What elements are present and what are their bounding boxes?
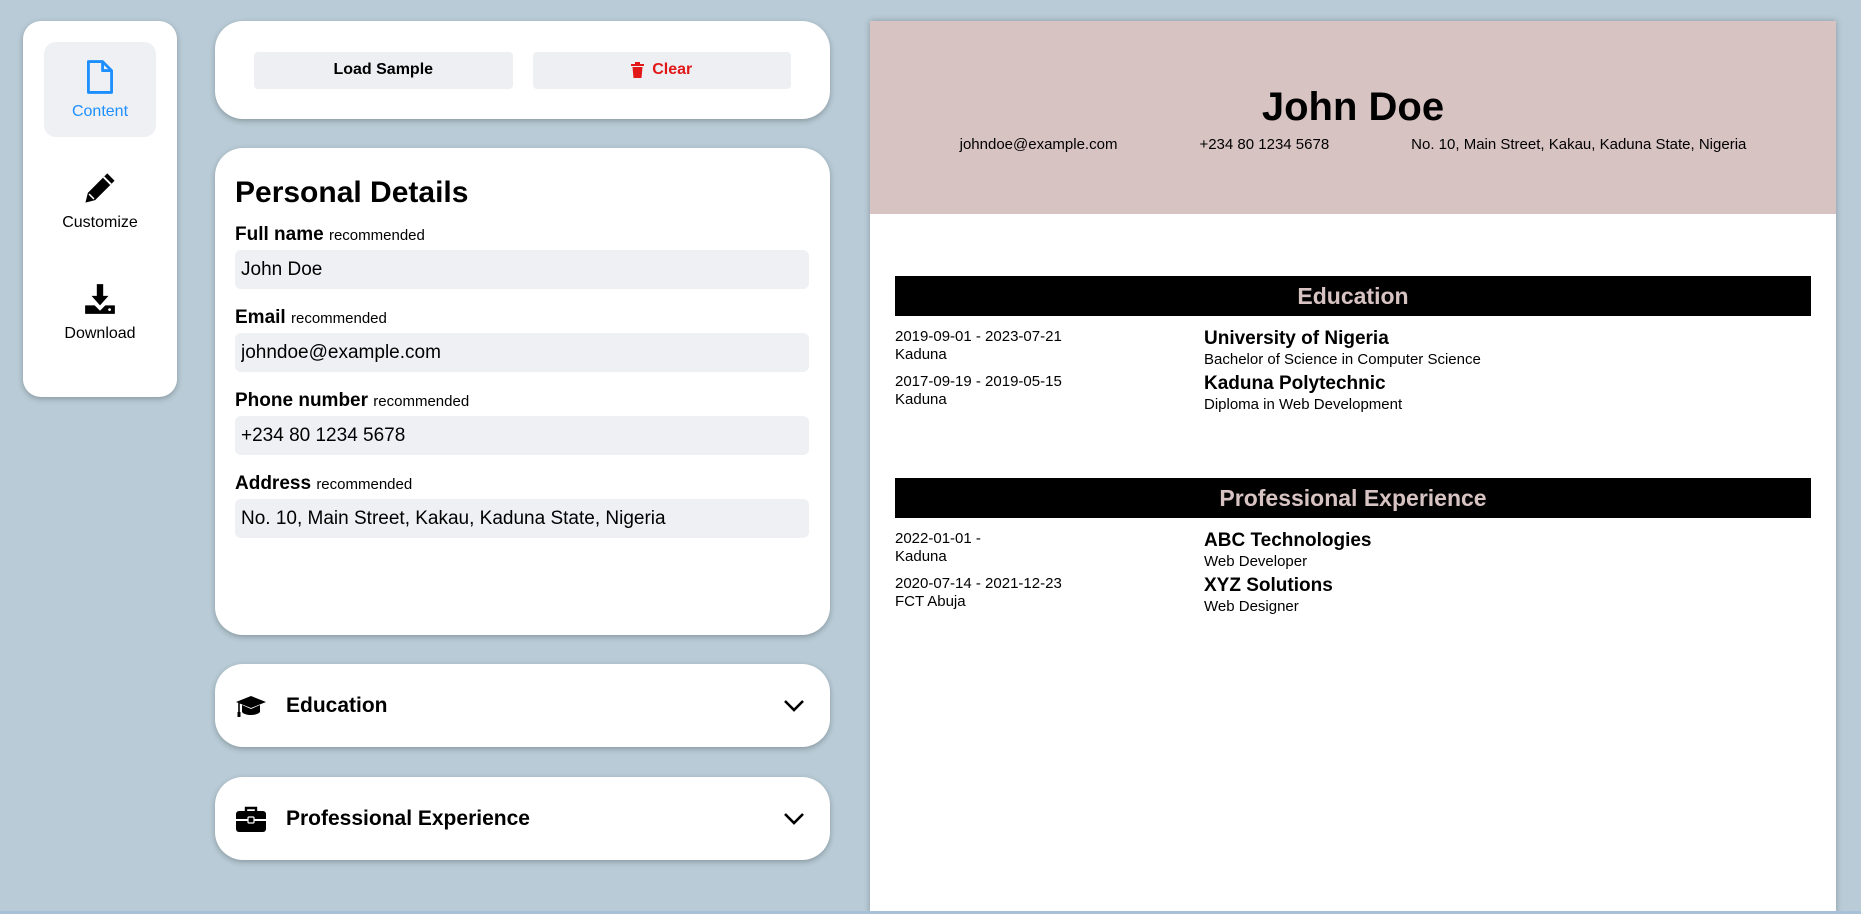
resume-experience-list: 2022-01-01 - Kaduna ABC Technologies Web… bbox=[870, 518, 1836, 616]
nav-download[interactable]: Download bbox=[44, 264, 156, 359]
resume-name: John Doe bbox=[1261, 85, 1445, 129]
personal-details-title: Personal Details bbox=[235, 176, 469, 209]
education-location: Kaduna bbox=[895, 391, 947, 408]
personal-details-card: Personal Details Full name recommended E… bbox=[215, 148, 830, 635]
chevron-down-icon bbox=[784, 699, 804, 712]
education-dates: 2019-09-01 - 2023-07-21 bbox=[895, 328, 1062, 345]
phone-hint: recommended bbox=[373, 393, 470, 410]
full-name-field: Full name recommended bbox=[235, 224, 810, 289]
email-input[interactable] bbox=[235, 333, 809, 372]
pencil-icon bbox=[85, 172, 115, 203]
experience-company: ABC Technologies bbox=[1204, 530, 1372, 551]
nav-download-label: Download bbox=[64, 324, 136, 342]
experience-location: Kaduna bbox=[895, 548, 947, 565]
clear-button-label: Clear bbox=[652, 61, 693, 78]
resume-experience-heading: Professional Experience bbox=[895, 478, 1811, 518]
education-accordion-title: Education bbox=[286, 693, 388, 717]
education-school: Kaduna Polytechnic bbox=[1204, 373, 1386, 394]
sidebar-nav: Content Customize Download bbox=[23, 21, 177, 397]
address-input[interactable] bbox=[235, 499, 809, 538]
full-name-hint: recommended bbox=[328, 227, 425, 244]
nav-content[interactable]: Content bbox=[44, 42, 156, 137]
actions-card: Load Sample Clear bbox=[215, 21, 830, 119]
resume-email: johndoe@example.com bbox=[959, 136, 1118, 153]
full-name-input[interactable] bbox=[235, 250, 809, 289]
education-degree: Diploma in Web Development bbox=[1204, 396, 1403, 413]
resume-education-list: 2019-09-01 - 2023-07-21 Kaduna Universit… bbox=[870, 316, 1836, 414]
resume-address: No. 10, Main Street, Kakau, Kaduna State… bbox=[1411, 136, 1747, 153]
email-hint: recommended bbox=[290, 310, 387, 327]
experience-dates: 2020-07-14 - 2021-12-23 bbox=[895, 575, 1062, 592]
phone-input[interactable] bbox=[235, 416, 809, 455]
briefcase-icon bbox=[236, 806, 266, 832]
resume-education-heading: Education bbox=[895, 276, 1811, 316]
experience-location: FCT Abuja bbox=[895, 593, 966, 610]
resume-contact-row: johndoe@example.com +234 80 1234 5678 No… bbox=[870, 136, 1836, 153]
clear-button[interactable]: Clear bbox=[532, 51, 791, 89]
education-entry: 2017-09-19 - 2019-05-15 Kaduna Kaduna Po… bbox=[895, 373, 1811, 414]
experience-company: XYZ Solutions bbox=[1204, 575, 1333, 596]
resume-phone: +234 80 1234 5678 bbox=[1199, 136, 1330, 153]
address-field: Address recommended bbox=[235, 473, 810, 538]
experience-entry: 2020-07-14 - 2021-12-23 FCT Abuja XYZ So… bbox=[895, 575, 1811, 616]
phone-field: Phone number recommended bbox=[235, 390, 810, 455]
address-label: Address bbox=[235, 473, 312, 494]
education-entry: 2019-09-01 - 2023-07-21 Kaduna Universit… bbox=[895, 328, 1811, 369]
phone-label: Phone number bbox=[235, 390, 369, 411]
experience-dates: 2022-01-01 - bbox=[895, 530, 981, 547]
education-accordion[interactable]: Education bbox=[215, 664, 830, 747]
chevron-down-icon bbox=[784, 812, 804, 825]
full-name-label: Full name bbox=[235, 224, 324, 245]
experience-accordion[interactable]: Professional Experience bbox=[215, 777, 830, 860]
experience-entry: 2022-01-01 - Kaduna ABC Technologies Web… bbox=[895, 530, 1811, 571]
education-dates: 2017-09-19 - 2019-05-15 bbox=[895, 373, 1062, 390]
nav-customize-label: Customize bbox=[62, 213, 138, 231]
experience-role: Web Designer bbox=[1204, 598, 1299, 615]
email-field: Email recommended bbox=[235, 307, 810, 372]
trash-icon bbox=[631, 62, 645, 78]
experience-role: Web Developer bbox=[1204, 553, 1308, 570]
education-school: University of Nigeria bbox=[1204, 328, 1389, 349]
load-sample-button[interactable]: Load Sample bbox=[254, 51, 513, 89]
file-icon bbox=[87, 59, 113, 94]
address-hint: recommended bbox=[316, 476, 413, 493]
education-location: Kaduna bbox=[895, 346, 947, 363]
resume-header: John Doe johndoe@example.com +234 80 123… bbox=[870, 21, 1836, 214]
download-icon bbox=[85, 283, 115, 314]
education-degree: Bachelor of Science in Computer Science bbox=[1204, 351, 1481, 368]
nav-customize[interactable]: Customize bbox=[44, 153, 156, 248]
email-label: Email bbox=[235, 307, 286, 328]
graduation-cap-icon bbox=[236, 695, 266, 717]
nav-content-label: Content bbox=[71, 102, 129, 120]
experience-accordion-title: Professional Experience bbox=[286, 806, 530, 830]
resume-preview: John Doe johndoe@example.com +234 80 123… bbox=[870, 21, 1836, 914]
